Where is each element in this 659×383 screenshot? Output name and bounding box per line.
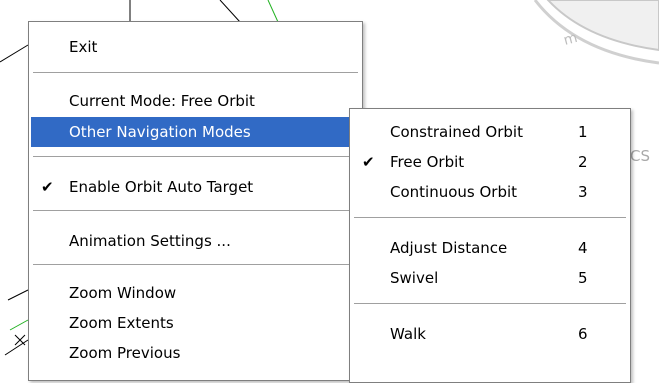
submenu-item-shortcut: 5 — [578, 269, 588, 287]
context-menu: Exit Current Mode: Free Orbit Other Navi… — [28, 21, 374, 381]
navigation-modes-submenu: Constrained Orbit 1 ✔ Free Orbit 2 Conti… — [349, 108, 631, 383]
menu-separator — [33, 156, 358, 158]
submenu-item-label: Swivel — [390, 269, 439, 287]
submenu-item-label: Constrained Orbit — [390, 123, 523, 141]
submenu-item-shortcut: 2 — [578, 153, 588, 171]
menu-item-label: Current Mode: Free Orbit — [69, 92, 255, 110]
submenu-item-label: Free Orbit — [390, 153, 465, 171]
menu-item-other-navigation-modes[interactable]: Other Navigation Modes — [31, 117, 374, 147]
submenu-item-adjust-distance[interactable]: Adjust Distance 4 — [352, 233, 628, 263]
menu-separator — [354, 303, 626, 305]
menu-item-animation-settings[interactable]: Animation Settings ... — [31, 226, 360, 256]
checkmark-icon: ✔ — [362, 153, 375, 171]
menu-item-label: Other Navigation Modes — [69, 123, 251, 141]
submenu-item-shortcut: 3 — [578, 183, 588, 201]
menu-item-enable-orbit-auto-target[interactable]: ✔ Enable Orbit Auto Target — [31, 172, 360, 202]
submenu-item-label: Walk — [390, 325, 426, 343]
submenu-item-free-orbit[interactable]: ✔ Free Orbit 2 — [352, 147, 628, 177]
menu-item-label: Zoom Window — [69, 284, 177, 302]
submenu-item-shortcut: 1 — [578, 123, 588, 141]
submenu-item-shortcut: 4 — [578, 239, 588, 257]
menu-item-label: Zoom Previous — [69, 344, 181, 362]
menu-item-label: Exit — [69, 38, 98, 56]
submenu-item-continuous-orbit[interactable]: Continuous Orbit 3 — [352, 177, 628, 207]
viewcube[interactable]: m — [533, 0, 659, 65]
menu-item-label: Enable Orbit Auto Target — [69, 178, 254, 196]
menu-separator — [33, 210, 358, 212]
menu-separator — [33, 72, 358, 74]
menu-item-zoom-window[interactable]: Zoom Window — [31, 278, 360, 308]
submenu-item-walk[interactable]: Walk 6 — [352, 319, 628, 349]
submenu-item-label: Adjust Distance — [390, 239, 508, 257]
menu-item-exit[interactable]: Exit — [31, 32, 360, 62]
submenu-item-constrained-orbit[interactable]: Constrained Orbit 1 — [352, 117, 628, 147]
menu-item-zoom-extents[interactable]: Zoom Extents — [31, 308, 360, 338]
menu-item-zoom-previous[interactable]: Zoom Previous — [31, 338, 360, 368]
viewcube-label: CS — [630, 147, 650, 165]
menu-separator — [354, 217, 626, 219]
svg-text:m: m — [562, 30, 579, 49]
menu-separator — [33, 264, 358, 266]
menu-item-label: Animation Settings ... — [69, 232, 231, 250]
checkmark-icon: ✔ — [41, 178, 54, 196]
menu-item-label: Zoom Extents — [69, 314, 174, 332]
menu-item-current-mode[interactable]: Current Mode: Free Orbit — [31, 86, 360, 116]
submenu-item-label: Continuous Orbit — [390, 183, 518, 201]
submenu-item-shortcut: 6 — [578, 325, 588, 343]
submenu-item-swivel[interactable]: Swivel 5 — [352, 263, 628, 293]
